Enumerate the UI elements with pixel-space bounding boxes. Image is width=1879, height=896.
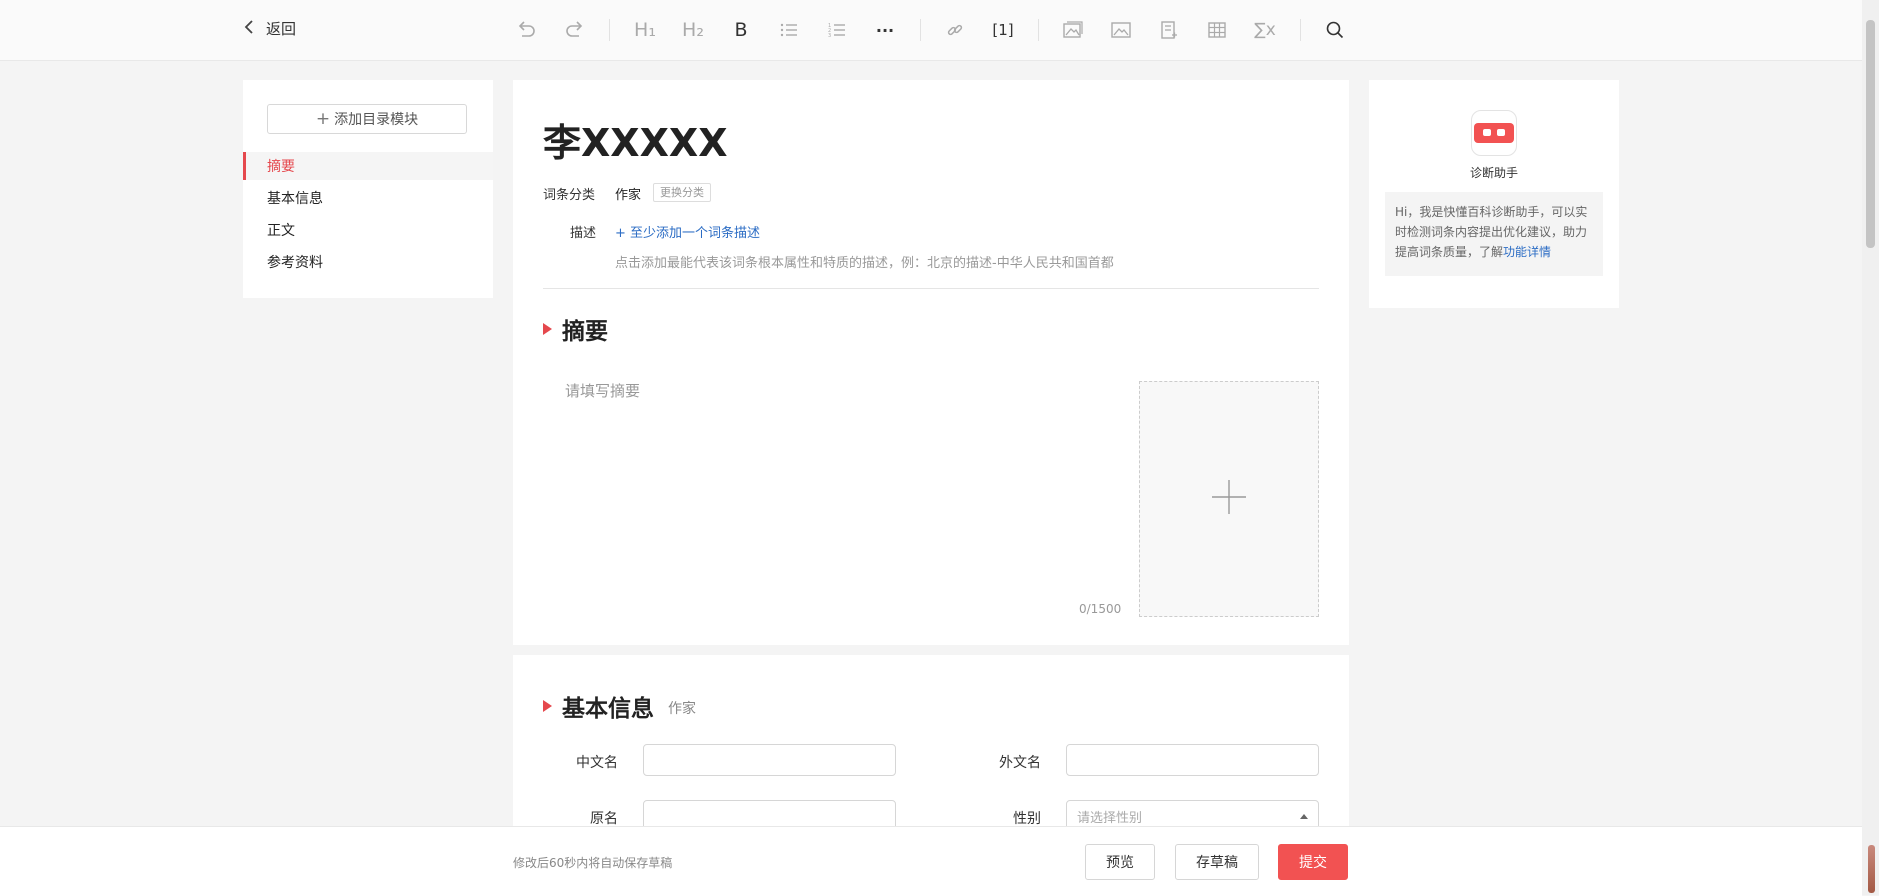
basic-info-title: 基本信息 xyxy=(562,696,654,722)
entry-title[interactable]: 李XXXXX xyxy=(543,112,728,167)
robot-eye xyxy=(1483,129,1491,136)
preview-button[interactable]: 预览 xyxy=(1085,844,1155,880)
link-icon[interactable] xyxy=(940,15,970,45)
diagnosis-assistant-panel: 诊断助手 Hi，我是快懂百科诊断助手，可以实时检测词条内容提出优化建议，助力提高… xyxy=(1369,80,1619,308)
assistant-message-text: Hi，我是快懂百科诊断助手，可以实时检测词条内容提出优化建议，助力提高词条质量，… xyxy=(1395,205,1588,259)
chinese-name-label: 中文名 xyxy=(576,755,618,771)
basic-info-category: 作家 xyxy=(668,701,696,717)
back-button[interactable]: 返回 xyxy=(244,18,296,39)
editor-toolbar: 返回 H₁ H₂ B 123 ··· [1] ∑x xyxy=(0,0,1862,61)
original-name-label: 原名 xyxy=(590,811,618,827)
autosave-notice: 修改后60秒内将自动保存草稿 xyxy=(513,856,673,870)
toolbar-divider xyxy=(609,19,610,41)
toolbar-divider xyxy=(1300,19,1301,41)
table-icon[interactable] xyxy=(1202,15,1232,45)
description-hint: 点击添加最能代表该词条根本属性和特质的描述，例：北京的描述-中华人民共和国首都 xyxy=(615,256,1114,271)
add-toc-module-label: 添加目录模块 xyxy=(334,112,419,128)
gender-placeholder: 请选择性别 xyxy=(1077,810,1143,826)
sidebar-item-basic-info[interactable]: 基本信息 xyxy=(243,184,493,212)
chinese-name-input[interactable] xyxy=(643,744,896,776)
sidebar-item-label: 基本信息 xyxy=(267,191,323,207)
bold-icon[interactable]: B xyxy=(726,15,756,45)
citation-icon[interactable]: [1] xyxy=(988,15,1018,45)
description-label: 描述 xyxy=(570,226,597,241)
footer-action-bar: 修改后60秒内将自动保存草稿 预览 存草稿 提交 xyxy=(0,826,1862,896)
back-label: 返回 xyxy=(266,20,297,38)
triangle-right-icon xyxy=(543,323,552,335)
summary-char-counter: 0/1500 xyxy=(1079,602,1122,616)
category-label: 词条分类 xyxy=(543,188,596,203)
heading1-icon[interactable]: H₁ xyxy=(630,15,660,45)
add-description-link[interactable]: + 至少添加一个词条描述 xyxy=(615,222,760,241)
toolbar-divider xyxy=(920,19,921,41)
foreign-name-input[interactable] xyxy=(1066,744,1319,776)
save-draft-button[interactable]: 存草稿 xyxy=(1175,844,1259,880)
notes-icon[interactable] xyxy=(1154,15,1184,45)
search-icon[interactable] xyxy=(1320,15,1350,45)
floating-widget[interactable] xyxy=(1868,845,1875,893)
plus-icon xyxy=(1210,478,1248,520)
sidebar-item-body[interactable]: 正文 xyxy=(243,216,493,244)
entry-editor-card: 李XXXXX 词条分类 作家 更换分类 描述 + 至少添加一个词条描述 点击添加… xyxy=(513,80,1349,645)
robot-avatar-icon[interactable] xyxy=(1471,110,1517,156)
robot-eye xyxy=(1497,129,1505,136)
plus-icon: + xyxy=(315,109,331,129)
caret-up-icon xyxy=(1300,813,1308,819)
more-icon[interactable]: ··· xyxy=(870,15,900,45)
sidebar-item-label: 参考资料 xyxy=(267,255,323,271)
feature-details-link[interactable]: 功能详情 xyxy=(1503,245,1551,259)
assistant-message: Hi，我是快懂百科诊断助手，可以实时检测词条内容提出优化建议，助力提高词条质量，… xyxy=(1385,192,1603,276)
triangle-right-icon xyxy=(543,700,552,712)
add-toc-module-button[interactable]: + 添加目录模块 xyxy=(267,104,467,134)
scrollbar-thumb[interactable] xyxy=(1866,20,1875,248)
sidebar-item-label: 摘要 xyxy=(267,159,295,175)
submit-button[interactable]: 提交 xyxy=(1278,844,1348,880)
bullet-list-icon[interactable] xyxy=(774,15,804,45)
chevron-left-icon xyxy=(244,19,254,39)
formula-icon[interactable]: ∑x xyxy=(1250,15,1280,45)
basic-info-heading: 基本信息 作家 xyxy=(543,689,696,723)
numbered-list-icon[interactable]: 123 xyxy=(822,15,852,45)
robot-face xyxy=(1474,123,1514,143)
summary-input[interactable]: 请填写摘要 xyxy=(565,380,1105,600)
sidebar-item-summary[interactable]: 摘要 xyxy=(243,152,493,180)
toolbar-divider xyxy=(1038,19,1039,41)
image-gallery-icon[interactable] xyxy=(1058,15,1088,45)
undo-icon[interactable] xyxy=(511,15,541,45)
redo-icon[interactable] xyxy=(560,15,590,45)
divider xyxy=(543,288,1319,289)
image-icon[interactable] xyxy=(1106,15,1136,45)
category-value: 作家 xyxy=(615,188,642,203)
svg-text:3: 3 xyxy=(828,33,831,38)
foreign-name-label: 外文名 xyxy=(999,755,1041,771)
change-category-button[interactable]: 更换分类 xyxy=(653,183,711,202)
summary-image-upload[interactable] xyxy=(1139,381,1319,617)
table-of-contents: + 添加目录模块 摘要 基本信息 正文 参考资料 xyxy=(243,80,493,298)
gender-label: 性别 xyxy=(1013,811,1041,827)
sidebar-item-references[interactable]: 参考资料 xyxy=(243,248,493,276)
summary-heading: 摘要 xyxy=(543,312,608,346)
sidebar-item-label: 正文 xyxy=(267,223,295,239)
heading2-icon[interactable]: H₂ xyxy=(678,15,708,45)
summary-title: 摘要 xyxy=(562,319,608,345)
assistant-name: 诊断助手 xyxy=(1469,166,1518,180)
